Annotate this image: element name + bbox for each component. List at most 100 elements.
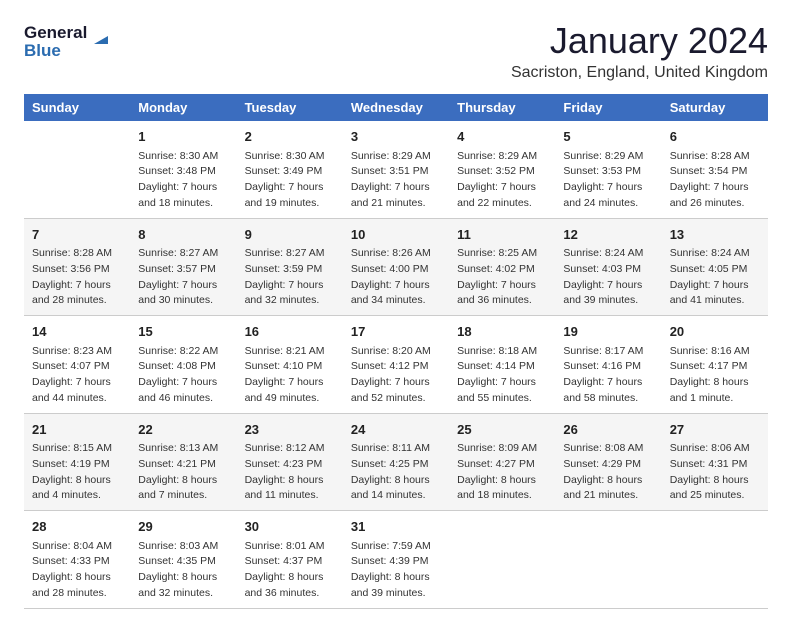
weekday-sunday: Sunday: [24, 94, 130, 121]
day-info: Sunrise: 8:04 AM Sunset: 4:33 PM Dayligh…: [32, 539, 122, 602]
logo-svg: General Blue: [24, 20, 114, 62]
day-info: Sunrise: 8:27 AM Sunset: 3:59 PM Dayligh…: [245, 246, 335, 309]
day-info: Sunrise: 8:12 AM Sunset: 4:23 PM Dayligh…: [245, 441, 335, 504]
table-cell: [662, 511, 768, 609]
weekday-tuesday: Tuesday: [237, 94, 343, 121]
table-cell: 2Sunrise: 8:30 AM Sunset: 3:49 PM Daylig…: [237, 121, 343, 218]
table-cell: [449, 511, 555, 609]
day-number: 19: [563, 322, 653, 342]
day-info: Sunrise: 8:27 AM Sunset: 3:57 PM Dayligh…: [138, 246, 228, 309]
week-row-4: 21Sunrise: 8:15 AM Sunset: 4:19 PM Dayli…: [24, 413, 768, 511]
day-info: Sunrise: 8:29 AM Sunset: 3:53 PM Dayligh…: [563, 149, 653, 212]
day-number: 15: [138, 322, 228, 342]
day-number: 11: [457, 225, 547, 245]
table-cell: 25Sunrise: 8:09 AM Sunset: 4:27 PM Dayli…: [449, 413, 555, 511]
day-number: 23: [245, 420, 335, 440]
day-info: Sunrise: 8:29 AM Sunset: 3:52 PM Dayligh…: [457, 149, 547, 212]
table-cell: 10Sunrise: 8:26 AM Sunset: 4:00 PM Dayli…: [343, 218, 449, 316]
day-number: 21: [32, 420, 122, 440]
table-cell: 5Sunrise: 8:29 AM Sunset: 3:53 PM Daylig…: [555, 121, 661, 218]
weekday-friday: Friday: [555, 94, 661, 121]
day-info: Sunrise: 8:29 AM Sunset: 3:51 PM Dayligh…: [351, 149, 441, 212]
day-info: Sunrise: 7:59 AM Sunset: 4:39 PM Dayligh…: [351, 539, 441, 602]
weekday-wednesday: Wednesday: [343, 94, 449, 121]
day-number: 4: [457, 127, 547, 147]
table-cell: 20Sunrise: 8:16 AM Sunset: 4:17 PM Dayli…: [662, 316, 768, 414]
day-number: 29: [138, 517, 228, 537]
calendar-table: SundayMondayTuesdayWednesdayThursdayFrid…: [24, 94, 768, 609]
day-number: 3: [351, 127, 441, 147]
day-info: Sunrise: 8:20 AM Sunset: 4:12 PM Dayligh…: [351, 344, 441, 407]
day-info: Sunrise: 8:24 AM Sunset: 4:03 PM Dayligh…: [563, 246, 653, 309]
day-info: Sunrise: 8:25 AM Sunset: 4:02 PM Dayligh…: [457, 246, 547, 309]
day-number: 18: [457, 322, 547, 342]
location-title: Sacriston, England, United Kingdom: [511, 64, 768, 82]
table-cell: 30Sunrise: 8:01 AM Sunset: 4:37 PM Dayli…: [237, 511, 343, 609]
day-info: Sunrise: 8:30 AM Sunset: 3:48 PM Dayligh…: [138, 149, 228, 212]
day-info: Sunrise: 8:17 AM Sunset: 4:16 PM Dayligh…: [563, 344, 653, 407]
table-cell: 15Sunrise: 8:22 AM Sunset: 4:08 PM Dayli…: [130, 316, 236, 414]
week-row-1: 1Sunrise: 8:30 AM Sunset: 3:48 PM Daylig…: [24, 121, 768, 218]
day-number: 31: [351, 517, 441, 537]
table-cell: 8Sunrise: 8:27 AM Sunset: 3:57 PM Daylig…: [130, 218, 236, 316]
day-number: 13: [670, 225, 760, 245]
table-cell: 27Sunrise: 8:06 AM Sunset: 4:31 PM Dayli…: [662, 413, 768, 511]
day-number: 8: [138, 225, 228, 245]
table-cell: 14Sunrise: 8:23 AM Sunset: 4:07 PM Dayli…: [24, 316, 130, 414]
table-cell: 6Sunrise: 8:28 AM Sunset: 3:54 PM Daylig…: [662, 121, 768, 218]
table-cell: 16Sunrise: 8:21 AM Sunset: 4:10 PM Dayli…: [237, 316, 343, 414]
table-cell: 1Sunrise: 8:30 AM Sunset: 3:48 PM Daylig…: [130, 121, 236, 218]
day-number: 2: [245, 127, 335, 147]
table-cell: 7Sunrise: 8:28 AM Sunset: 3:56 PM Daylig…: [24, 218, 130, 316]
week-row-3: 14Sunrise: 8:23 AM Sunset: 4:07 PM Dayli…: [24, 316, 768, 414]
table-cell: 12Sunrise: 8:24 AM Sunset: 4:03 PM Dayli…: [555, 218, 661, 316]
table-cell: 28Sunrise: 8:04 AM Sunset: 4:33 PM Dayli…: [24, 511, 130, 609]
day-number: 28: [32, 517, 122, 537]
page-header: General Blue January 2024 Sacriston, Eng…: [24, 20, 768, 82]
day-info: Sunrise: 8:08 AM Sunset: 4:29 PM Dayligh…: [563, 441, 653, 504]
day-info: Sunrise: 8:23 AM Sunset: 4:07 PM Dayligh…: [32, 344, 122, 407]
logo: General Blue: [24, 20, 114, 62]
table-cell: 9Sunrise: 8:27 AM Sunset: 3:59 PM Daylig…: [237, 218, 343, 316]
day-info: Sunrise: 8:09 AM Sunset: 4:27 PM Dayligh…: [457, 441, 547, 504]
day-number: 9: [245, 225, 335, 245]
day-info: Sunrise: 8:21 AM Sunset: 4:10 PM Dayligh…: [245, 344, 335, 407]
table-cell: 24Sunrise: 8:11 AM Sunset: 4:25 PM Dayli…: [343, 413, 449, 511]
day-info: Sunrise: 8:28 AM Sunset: 3:54 PM Dayligh…: [670, 149, 760, 212]
weekday-thursday: Thursday: [449, 94, 555, 121]
table-cell: 11Sunrise: 8:25 AM Sunset: 4:02 PM Dayli…: [449, 218, 555, 316]
svg-text:General: General: [24, 23, 87, 42]
table-cell: 23Sunrise: 8:12 AM Sunset: 4:23 PM Dayli…: [237, 413, 343, 511]
table-cell: 29Sunrise: 8:03 AM Sunset: 4:35 PM Dayli…: [130, 511, 236, 609]
day-number: 5: [563, 127, 653, 147]
table-cell: 26Sunrise: 8:08 AM Sunset: 4:29 PM Dayli…: [555, 413, 661, 511]
weekday-header-row: SundayMondayTuesdayWednesdayThursdayFrid…: [24, 94, 768, 121]
day-info: Sunrise: 8:28 AM Sunset: 3:56 PM Dayligh…: [32, 246, 122, 309]
table-cell: 31Sunrise: 7:59 AM Sunset: 4:39 PM Dayli…: [343, 511, 449, 609]
day-info: Sunrise: 8:11 AM Sunset: 4:25 PM Dayligh…: [351, 441, 441, 504]
day-number: 6: [670, 127, 760, 147]
day-info: Sunrise: 8:30 AM Sunset: 3:49 PM Dayligh…: [245, 149, 335, 212]
week-row-2: 7Sunrise: 8:28 AM Sunset: 3:56 PM Daylig…: [24, 218, 768, 316]
table-cell: 4Sunrise: 8:29 AM Sunset: 3:52 PM Daylig…: [449, 121, 555, 218]
day-number: 25: [457, 420, 547, 440]
day-number: 26: [563, 420, 653, 440]
day-info: Sunrise: 8:03 AM Sunset: 4:35 PM Dayligh…: [138, 539, 228, 602]
svg-text:Blue: Blue: [24, 41, 61, 60]
day-number: 7: [32, 225, 122, 245]
table-cell: 18Sunrise: 8:18 AM Sunset: 4:14 PM Dayli…: [449, 316, 555, 414]
day-number: 30: [245, 517, 335, 537]
day-number: 1: [138, 127, 228, 147]
weekday-saturday: Saturday: [662, 94, 768, 121]
day-info: Sunrise: 8:24 AM Sunset: 4:05 PM Dayligh…: [670, 246, 760, 309]
day-info: Sunrise: 8:18 AM Sunset: 4:14 PM Dayligh…: [457, 344, 547, 407]
day-number: 12: [563, 225, 653, 245]
title-block: January 2024 Sacriston, England, United …: [511, 20, 768, 82]
day-number: 22: [138, 420, 228, 440]
day-info: Sunrise: 8:01 AM Sunset: 4:37 PM Dayligh…: [245, 539, 335, 602]
day-number: 10: [351, 225, 441, 245]
day-info: Sunrise: 8:16 AM Sunset: 4:17 PM Dayligh…: [670, 344, 760, 407]
day-info: Sunrise: 8:22 AM Sunset: 4:08 PM Dayligh…: [138, 344, 228, 407]
day-number: 20: [670, 322, 760, 342]
day-number: 27: [670, 420, 760, 440]
